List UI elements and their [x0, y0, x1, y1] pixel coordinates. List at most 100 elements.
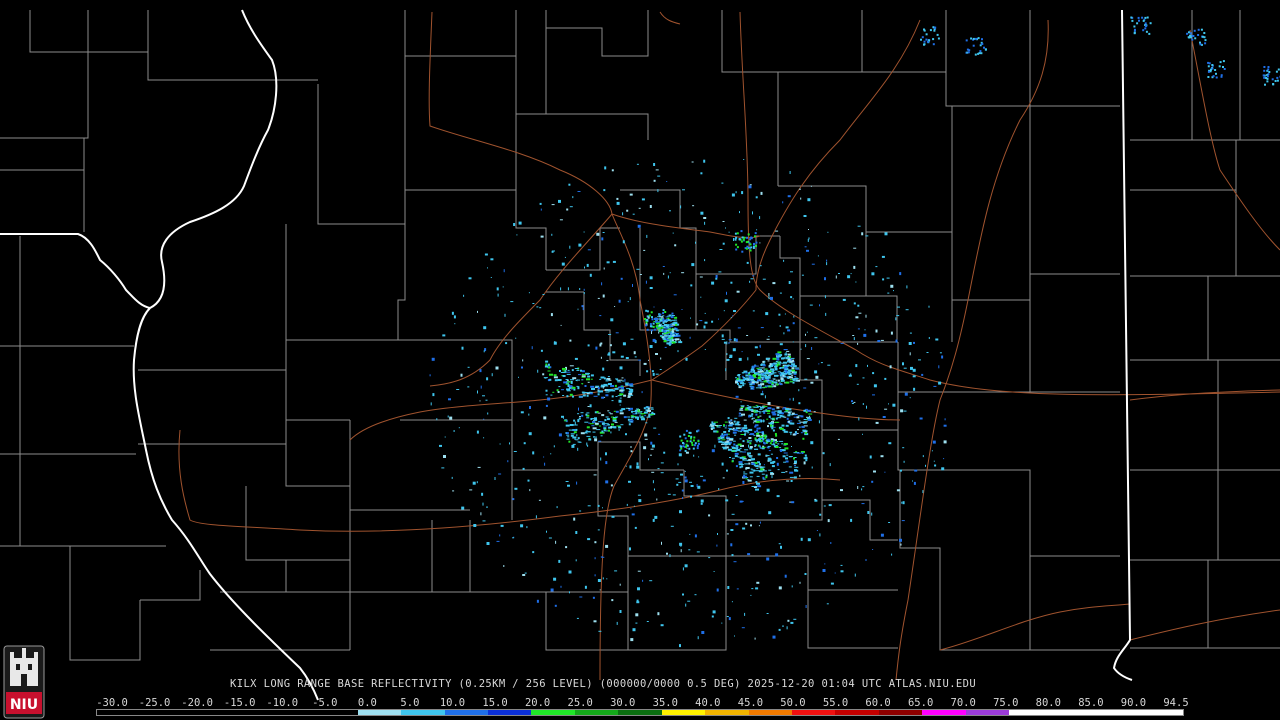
- echo-pixel: [616, 621, 618, 625]
- echo-pixel: [641, 413, 646, 415]
- echo-pixel: [745, 478, 748, 480]
- echo-pixel: [587, 375, 591, 378]
- echo-pixel: [566, 373, 571, 375]
- echo-pixel: [720, 434, 725, 437]
- echo-pixel: [660, 462, 664, 464]
- echo-pixel: [623, 394, 627, 397]
- echo-pixel: [762, 432, 764, 435]
- echo-pixel: [710, 428, 713, 430]
- echo-pixel: [1214, 69, 1217, 71]
- echo-pixel: [1263, 76, 1266, 79]
- echo-pixel: [532, 303, 535, 304]
- echo-pixel: [551, 233, 553, 236]
- echo-pixel: [776, 462, 779, 466]
- echo-pixel: [771, 408, 775, 411]
- echo-pixel: [592, 596, 595, 599]
- echo-pixel: [637, 359, 641, 361]
- echo-pixel: [1268, 71, 1271, 73]
- echo-pixel: [864, 329, 866, 331]
- echo-pixel: [820, 362, 823, 364]
- echo-pixel: [784, 313, 786, 315]
- echo-pixel: [597, 393, 600, 396]
- echo-pixel: [685, 429, 688, 432]
- echo-pixel: [729, 457, 731, 458]
- echo-pixel: [545, 363, 548, 366]
- echo-pixel: [745, 374, 749, 377]
- echo-pixel: [577, 191, 581, 192]
- echo-pixel: [608, 412, 611, 414]
- echo-pixel: [528, 292, 530, 294]
- echo-pixel: [789, 476, 794, 478]
- echo-pixel: [890, 284, 894, 288]
- echo-pixel: [756, 427, 759, 430]
- echo-pixel: [664, 311, 667, 313]
- echo-pixel: [486, 506, 488, 508]
- echo-pixel: [600, 457, 602, 461]
- echo-pixel: [750, 236, 753, 239]
- echo-pixel: [1141, 16, 1144, 19]
- echo-pixel: [637, 224, 641, 228]
- echo-pixel: [772, 443, 775, 446]
- echo-pixel: [1208, 62, 1211, 65]
- echo-pixel: [627, 301, 629, 303]
- echo-pixel: [649, 345, 653, 348]
- scale-label: 80.0: [1035, 697, 1061, 709]
- scale-label: 0.0: [357, 697, 377, 709]
- echo-pixel: [565, 546, 568, 549]
- echo-pixel: [697, 440, 700, 443]
- echo-pixel: [740, 434, 745, 435]
- echo-pixel: [549, 373, 553, 376]
- echo-pixel: [479, 369, 482, 373]
- echo-pixel: [975, 37, 977, 40]
- echo-pixel: [566, 371, 571, 373]
- echo-pixel: [796, 452, 801, 454]
- echo-pixel: [507, 460, 509, 463]
- echo-pixel: [768, 336, 770, 337]
- echo-pixel: [797, 429, 799, 431]
- echo-pixel: [594, 557, 596, 560]
- echo-pixel: [565, 383, 569, 385]
- echo-pixel: [794, 465, 796, 467]
- echo-pixel: [610, 431, 612, 434]
- echo-pixel: [745, 407, 748, 409]
- echo-pixel: [658, 433, 661, 435]
- echo-pixel: [650, 311, 653, 314]
- echo-pixel: [814, 498, 817, 500]
- echo-pixel: [893, 290, 894, 292]
- echo-pixel: [818, 363, 820, 365]
- echo-pixel: [688, 447, 691, 450]
- echo-pixel: [865, 235, 869, 237]
- scale-label: 25.0: [567, 697, 593, 709]
- echo-pixel: [763, 411, 766, 414]
- echo-pixel: [901, 520, 905, 522]
- echo-pixel: [1275, 70, 1278, 73]
- echo-pixel: [650, 329, 653, 332]
- echo-pixel: [442, 334, 446, 337]
- echo-pixel: [572, 196, 574, 199]
- echo-pixel: [941, 467, 945, 471]
- echo-pixel: [659, 319, 663, 322]
- echo-pixel: [675, 478, 679, 480]
- echo-pixel: [726, 341, 728, 345]
- echo-pixel: [736, 246, 739, 249]
- echo-pixel: [646, 406, 649, 408]
- echo-pixel: [778, 383, 782, 384]
- echo-pixel: [520, 524, 524, 528]
- echo-pixel: [646, 621, 649, 622]
- echo-pixel: [773, 381, 778, 384]
- echo-pixel: [749, 446, 753, 448]
- echo-pixel: [676, 483, 679, 486]
- echo-pixel: [779, 368, 782, 369]
- echo-pixel: [587, 249, 591, 251]
- echo-pixel: [745, 467, 748, 470]
- scale-label: 35.0: [652, 697, 678, 709]
- echo-pixel: [704, 221, 706, 225]
- colorbar-segment: [270, 710, 315, 715]
- echo-pixel: [777, 371, 781, 373]
- echo-pixel: [777, 411, 782, 414]
- echo-pixel: [734, 635, 735, 637]
- echo-pixel: [783, 461, 787, 463]
- echo-pixel: [734, 434, 737, 436]
- echo-pixel: [610, 318, 614, 322]
- echo-pixel: [759, 408, 763, 410]
